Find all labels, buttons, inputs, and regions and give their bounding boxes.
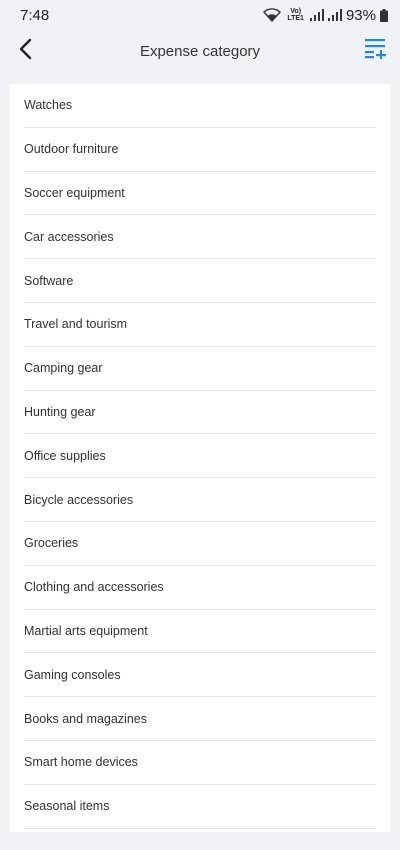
category-list: Watches Outdoor furniture Soccer equipment… — [10, 84, 390, 829]
category-item[interactable]: Car accessories — [24, 215, 376, 260]
category-item[interactable]: Clothing and accessories — [24, 566, 376, 610]
page-title: Expense category — [139, 42, 261, 60]
category-item[interactable]: Travel and tourism — [24, 303, 376, 347]
battery-icon — [380, 8, 388, 22]
category-item[interactable]: Gaming consoles — [24, 653, 376, 698]
volte-bottom-label: LTE1 — [287, 15, 304, 22]
wifi-icon — [263, 8, 282, 22]
app-header: Expense category — [0, 30, 400, 72]
category-item[interactable]: Martial arts equipment — [24, 610, 376, 654]
category-item[interactable]: Groceries — [24, 522, 376, 566]
battery-percent: 93% — [345, 6, 376, 24]
category-item[interactable]: Office supplies — [24, 434, 376, 479]
category-item[interactable]: Software — [24, 259, 376, 303]
category-item[interactable]: Camping gear — [24, 347, 376, 391]
category-item[interactable]: Watches — [24, 84, 376, 128]
back-arrow-icon — [18, 38, 32, 65]
status-time: 7:48 — [20, 6, 50, 24]
category-item[interactable]: Outdoor furniture — [24, 128, 376, 172]
playlist-add-icon — [363, 37, 387, 64]
volte-indicator: Vo) LTE1 — [287, 8, 304, 22]
add-category-button[interactable] — [362, 36, 388, 64]
back-button[interactable] — [10, 34, 40, 68]
category-item[interactable]: Books and magazines — [24, 697, 376, 741]
category-item[interactable]: Smart home devices — [24, 741, 376, 785]
status-bar: 7:48 Vo) LTE1 93% — [0, 0, 400, 30]
category-item[interactable]: Bicycle accessories — [24, 478, 376, 522]
category-item[interactable]: Seasonal items — [24, 785, 376, 829]
category-item[interactable]: Hunting gear — [24, 391, 376, 435]
category-item[interactable]: Soccer equipment — [24, 172, 376, 216]
category-list-card: Watches Outdoor furniture Soccer equipment… — [10, 84, 390, 832]
signal-icon-secondary — [327, 9, 342, 21]
volte-top-label: Vo) — [290, 8, 302, 15]
signal-icon — [309, 9, 324, 21]
status-icons: Vo) LTE1 93% — [263, 7, 388, 24]
